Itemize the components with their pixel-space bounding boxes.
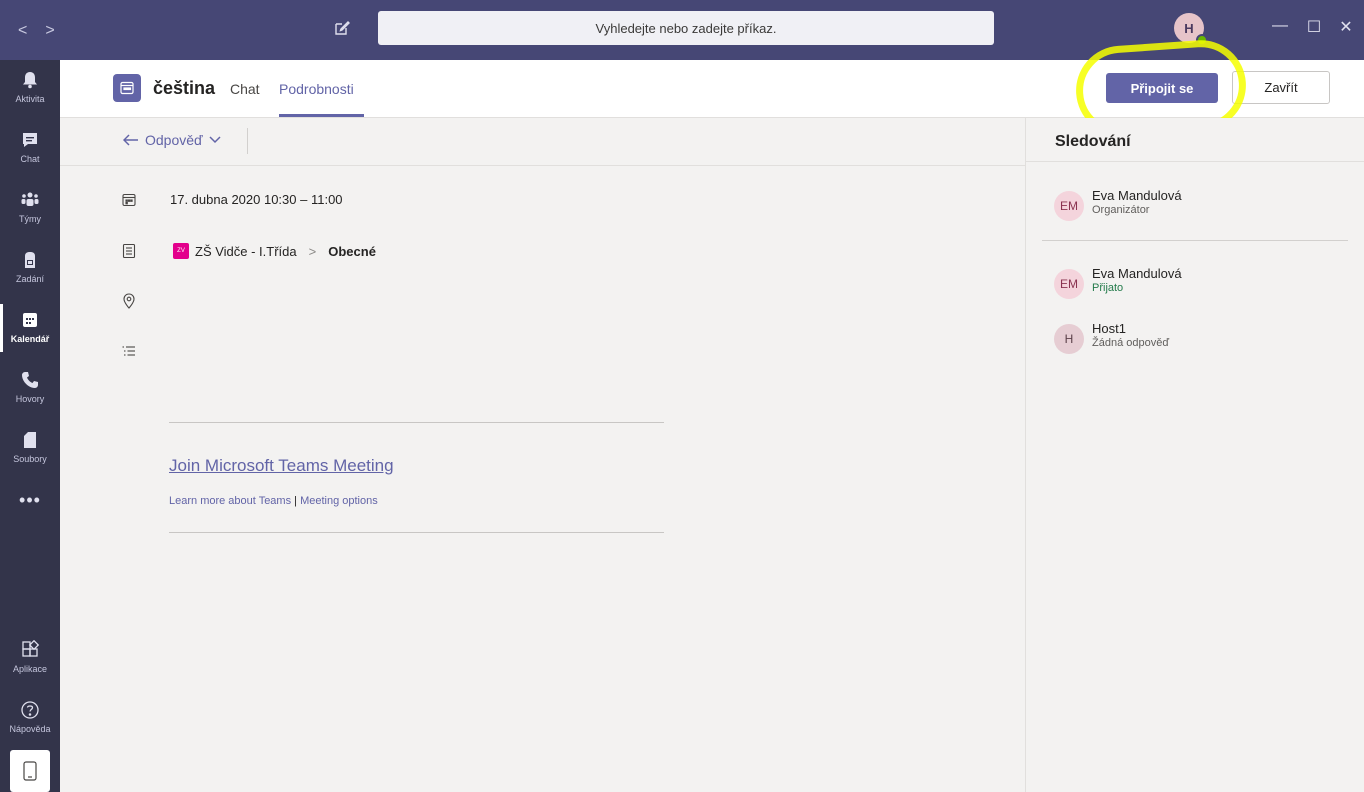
reply-arrow-icon [123,134,138,146]
active-tab-indicator [279,114,364,117]
person-status: Přijato [1092,282,1124,294]
description-list-icon [122,346,135,356]
content-divider-bottom [169,532,664,533]
phone-icon [22,372,38,388]
maximize-button[interactable]: ☐ [1302,17,1326,37]
rail-item-label: Hovory [15,394,45,404]
tab-details[interactable]: Podrobnosti [279,81,354,97]
assignments-icon [25,252,35,268]
rail-item-chat[interactable]: Chat [0,120,60,178]
tracking-panel: Sledování EM Eva Mandulová Organizátor E… [1025,118,1364,792]
rail-item-label: Týmy [19,214,41,224]
avatar: EM [1054,269,1084,299]
meeting-channel: ZV ZŠ Vidče - I.Třída > Obecné [173,243,376,259]
team-name[interactable]: ZŠ Vidče - I.Třída [195,244,297,259]
rail-item-activity[interactable]: Aktivita [0,60,60,118]
join-button[interactable]: Připojit se [1106,73,1218,103]
files-icon [24,432,36,448]
chat-icon [23,133,37,147]
teams-icon [21,192,39,206]
mobile-phone-icon [23,761,37,781]
mobile-app-button[interactable] [10,750,50,792]
meeting-links-row: Learn more about Teams | Meeting options [169,495,378,507]
rail-item-calendar[interactable]: Kalendář [0,300,60,358]
meeting-header: čeština Chat Podrobnosti Připojit se Zav… [60,37,1364,139]
rail-item-label: Chat [20,154,40,164]
reply-label: Odpověď [145,132,203,148]
channel-name[interactable]: Obecné [328,244,376,259]
panel-divider [1026,161,1364,162]
rail-item-label: Soubory [13,454,47,464]
rail-item-label: Kalendář [10,334,50,344]
apps-icon [22,640,40,657]
rail-item-assignments[interactable]: Zadání [0,240,60,298]
chevron-down-icon [209,136,221,144]
attendee-item[interactable]: H Host1 Žádná odpověď [1054,321,1169,354]
meeting-calendar-icon [113,74,141,102]
rail-item-label: Zadání [15,274,45,284]
person-name: Eva Mandulová [1092,266,1182,281]
avatar: EM [1054,191,1084,221]
window-close-button[interactable]: ✕ [1334,17,1358,37]
rail-item-label: Nápověda [9,724,51,734]
compose-icon[interactable] [333,19,351,37]
meeting-toolbar: Odpověď [60,118,1025,166]
presence-available-icon [1196,34,1208,46]
organizer-item[interactable]: EM Eva Mandulová Organizátor [1054,188,1182,221]
link-separator: | [294,495,298,507]
minimize-button[interactable]: — [1268,17,1292,35]
channel-icon [122,243,136,259]
more-apps-button[interactable]: ••• [0,490,60,511]
toolbar-divider [247,128,248,154]
tab-chat[interactable]: Chat [230,81,260,97]
reply-button[interactable]: Odpověď [123,132,221,148]
rail-item-help[interactable]: Nápověda [0,690,60,748]
meeting-date: 17. dubna 2020 10:30 – 11:00 [170,192,343,207]
panel-title: Sledování [1055,133,1131,150]
calendar-icon [23,313,37,327]
close-button[interactable]: Zavřít [1232,71,1330,104]
rail-item-teams[interactable]: Týmy [0,180,60,238]
rail-item-label: Aktivita [15,94,45,104]
rail-item-label: Aplikace [12,664,48,674]
help-icon [21,701,39,719]
content-divider-top [169,422,664,423]
page-title: čeština [153,78,216,98]
location-icon [123,293,135,309]
meeting-options-link[interactable]: Meeting options [300,495,378,507]
person-name: Host1 [1092,321,1126,336]
rail-item-files[interactable]: Soubory [0,420,60,478]
nav-arrows[interactable]: <> [18,22,73,40]
panel-section-divider [1042,240,1348,241]
calendar-date-icon [122,193,136,207]
bell-icon [23,72,37,89]
person-status: Žádná odpověď [1092,337,1170,349]
join-meeting-link[interactable]: Join Microsoft Teams Meeting [169,456,394,476]
rail-item-calls[interactable]: Hovory [0,360,60,418]
attendee-item[interactable]: EM Eva Mandulová Přijato [1054,266,1182,299]
person-name: Eva Mandulová [1092,188,1182,203]
person-role: Organizátor [1092,204,1150,216]
title-bar: <> Vyhledejte nebo zadejte příkaz. H — ☐… [0,0,1364,60]
learn-more-link[interactable]: Learn more about Teams [169,495,291,507]
search-input[interactable]: Vyhledejte nebo zadejte příkaz. [378,11,994,45]
rail-item-apps[interactable]: Aplikace [0,630,60,688]
avatar: H [1054,324,1084,354]
team-badge: ZV [173,243,189,259]
chevron-right-icon: > [308,243,317,259]
app-rail: Aktivita Chat Týmy Zadání Kalendář Hovor… [0,60,60,792]
